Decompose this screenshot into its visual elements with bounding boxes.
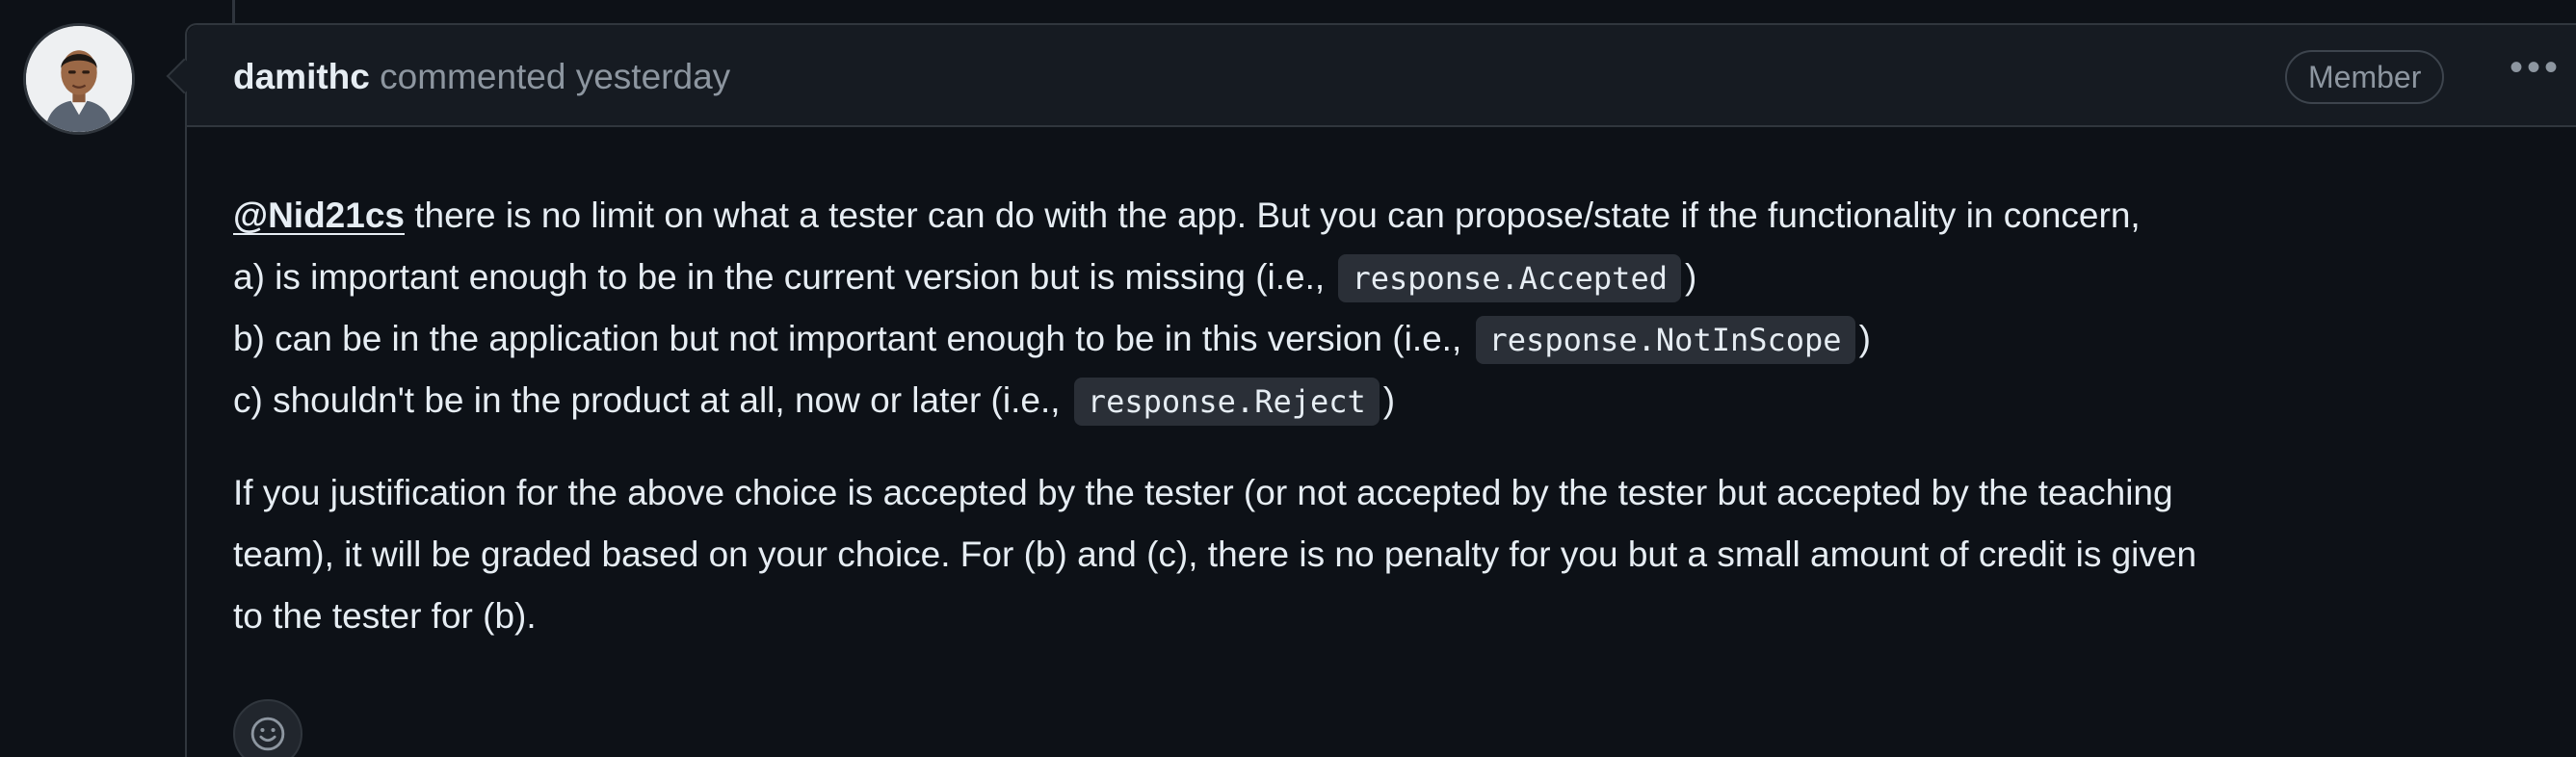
comment-line: to the tester for (b). <box>233 596 537 636</box>
author-link[interactable]: damithc <box>233 57 370 96</box>
comment-body: @Nid21cs there is no limit on what a tes… <box>233 185 2576 647</box>
inline-code: response.Reject <box>1073 378 1380 426</box>
comment-line-3: b) can be in the application but not imp… <box>233 308 2576 370</box>
avatar-photo-icon <box>26 26 132 132</box>
comment-line: team), it will be graded based on your c… <box>233 535 2197 574</box>
smiley-icon <box>250 717 285 751</box>
more-options-icon[interactable]: ••• <box>2497 48 2574 102</box>
comment-box: damithc commented yesterday Member ••• @… <box>185 23 2576 757</box>
inline-code: response.Accepted <box>1338 254 1681 302</box>
inline-code: response.NotInScope <box>1475 316 1855 364</box>
member-badge: Member <box>2285 50 2445 104</box>
comment-paragraph-2: If you justification for the above choic… <box>233 462 2576 647</box>
comment-line-1: @Nid21cs there is no limit on what a tes… <box>233 185 2576 247</box>
add-reaction-button[interactable] <box>233 699 302 757</box>
comment-header-text: damithc commented yesterday <box>233 56 730 98</box>
comment-text: ) <box>1858 319 1871 358</box>
user-mention-link[interactable]: @Nid21cs <box>233 196 405 235</box>
comment-line: If you justification for the above choic… <box>233 473 2173 512</box>
comment-timestamp[interactable]: commented yesterday <box>380 57 730 96</box>
comment-line-2: a) is important enough to be in the curr… <box>233 247 2576 308</box>
github-comment-view: damithc commented yesterday Member ••• @… <box>0 0 2576 757</box>
comment-line-4: c) shouldn't be in the product at all, n… <box>233 370 2576 431</box>
comment-header: damithc commented yesterday Member ••• <box>187 25 2576 127</box>
comment-text: a) is important enough to be in the curr… <box>233 257 1335 297</box>
comment-text: ) <box>1382 380 1396 420</box>
avatar[interactable] <box>23 23 135 135</box>
comment-text: b) can be in the application but not imp… <box>233 319 1472 358</box>
comment-text: c) shouldn't be in the product at all, n… <box>233 380 1070 420</box>
comment-text: there is no limit on what a tester can d… <box>405 196 2141 235</box>
comment-text: ) <box>1684 257 1697 297</box>
timeline-line <box>232 0 235 23</box>
